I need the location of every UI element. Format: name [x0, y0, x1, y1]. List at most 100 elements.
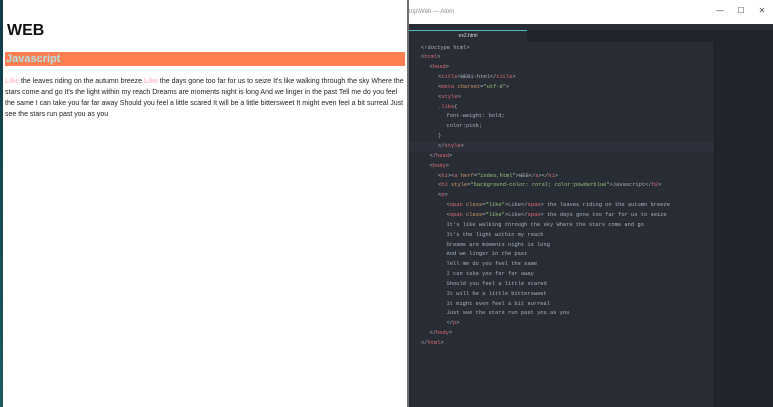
code-token: And we linger in the past: [446, 251, 528, 258]
code-token: Just see the stars run past you as you: [446, 310, 570, 317]
code-token: It's like walking through the sky Where …: [446, 221, 644, 228]
code-token: <!doctype html>: [421, 44, 470, 51]
code-line[interactable]: <h1><a herf="index,html">WEB</a></h1>: [409, 172, 743, 182]
code-token: the leaves riding on the autumn breeze: [543, 202, 670, 209]
code-line[interactable]: <span class="like">Like</span> the leave…: [409, 201, 752, 211]
code-token: It might even feel a bit surreal: [446, 300, 551, 307]
code-token: style: [441, 93, 458, 100]
like-span: Like: [5, 78, 20, 85]
code-line[interactable]: <body>: [409, 162, 735, 172]
code-token: Javascript: [612, 182, 646, 189]
code-line[interactable]: Just see the stars run past you as you: [409, 309, 752, 319]
code-token: .like: [438, 103, 455, 110]
code-token: WEB: [519, 172, 529, 179]
code-token: >: [437, 54, 441, 61]
code-line[interactable]: It might even feel a bit surreal: [409, 300, 752, 310]
page-heading[interactable]: WEB: [7, 22, 44, 40]
code-token: "like": [485, 202, 505, 209]
minimap[interactable]: [714, 42, 773, 407]
code-line[interactable]: It will be a little bittersweet: [409, 290, 752, 300]
code-token: span: [449, 211, 463, 218]
code-token: html: [424, 54, 438, 61]
code-line[interactable]: <title>WEB1-html</title>: [409, 73, 743, 83]
code-token: Should you feel a little scared: [446, 280, 547, 287]
code-line[interactable]: <p>: [409, 191, 743, 201]
code-line[interactable]: <!doctype html>: [409, 44, 726, 54]
code-token: "utf-8": [483, 83, 507, 90]
code-line[interactable]: </head>: [409, 152, 735, 162]
code-token: "background-color: coral; color:powderbl…: [470, 182, 610, 189]
code-token: pink: [465, 123, 479, 130]
code-line[interactable]: <style>: [409, 93, 743, 103]
paragraph-text: the leaves riding on the autumn breeze: [19, 78, 144, 85]
code-line[interactable]: <html>: [409, 53, 726, 63]
code-token: >: [506, 83, 510, 90]
code-line[interactable]: font-weight: bold;: [409, 112, 752, 122]
code-token: ;: [501, 113, 505, 120]
code-token: span: [527, 202, 541, 209]
code-token: body: [432, 162, 446, 169]
code-token: title: [441, 74, 458, 81]
code-token: style: [450, 182, 468, 189]
code-line[interactable]: <meta charset="utf-8">: [409, 83, 743, 93]
code-token: "index,html": [476, 172, 516, 179]
code-token: color: [446, 123, 463, 130]
code-line[interactable]: </body>: [409, 329, 735, 339]
code-line[interactable]: .like{: [409, 103, 743, 113]
code-line[interactable]: <h2 style="background-color: coral; colo…: [409, 181, 743, 191]
code-token: Like: [508, 202, 522, 209]
code-token: >: [658, 182, 662, 189]
code-line[interactable]: It's like walking through the sky Where …: [409, 221, 752, 231]
code-token: meta: [441, 83, 455, 90]
code-token: >: [448, 330, 453, 337]
code-line[interactable]: <head>: [409, 63, 735, 73]
code-token: html: [427, 340, 441, 346]
code-token: >: [445, 162, 449, 169]
code-token: class: [465, 202, 483, 209]
code-token: >: [448, 152, 453, 159]
page-subheading: Javascript: [5, 52, 405, 66]
code-line[interactable]: I can take you far far away: [409, 270, 752, 280]
tab-ex2-html[interactable]: ex2.html: [409, 30, 527, 42]
code-token: Like: [508, 211, 522, 218]
lyrics-paragraph: Like the leaves riding on the autumn bre…: [5, 76, 407, 120]
title-bar: top\Web — Atom — ☐ ✕: [409, 0, 773, 24]
code-line[interactable]: And we linger in the past: [409, 250, 752, 260]
code-token: font-weight: [446, 113, 483, 120]
code-token: span: [527, 211, 541, 218]
code-token: >: [554, 172, 558, 179]
code-line[interactable]: It's the light within my reach: [409, 231, 752, 241]
code-token: head: [435, 152, 449, 159]
window-title: top\Web — Atom: [409, 9, 455, 15]
code-line[interactable]: Should you feel a little scared: [409, 280, 752, 290]
code-token: the days gone too far for us to seize: [543, 211, 667, 218]
code-line[interactable]: Tell me do you feel the same: [409, 260, 752, 270]
code-token: body: [435, 330, 449, 337]
code-token: Dreams are moments night is long: [446, 241, 551, 248]
code-editor[interactable]: <!doctype html> <html> <head> <title>WEB1-h…: [409, 42, 743, 407]
code-token: >: [457, 93, 461, 100]
code-token: herf: [460, 172, 474, 179]
code-token: {: [454, 103, 458, 110]
code-token: >: [456, 320, 460, 327]
code-line[interactable]: <span class="like">Like</span> the days …: [409, 211, 752, 221]
code-token: >: [444, 192, 448, 199]
code-token: class: [465, 211, 483, 218]
code-line[interactable]: }: [409, 132, 743, 142]
atom-editor-window: top\Web — Atom — ☐ ✕ ex2.html <!doctype …: [409, 0, 773, 407]
maximize-icon[interactable]: ☐: [730, 0, 752, 24]
code-token: >: [512, 74, 516, 81]
minimize-icon[interactable]: —: [709, 0, 731, 24]
code-line[interactable]: Dreams are moments night is long: [409, 241, 752, 251]
code-line[interactable]: color:pink;: [409, 122, 752, 132]
code-token: charset: [457, 83, 481, 90]
code-line[interactable]: </html>: [409, 339, 726, 349]
browser-preview: WEB Javascript Like the leaves riding on…: [3, 0, 407, 407]
code-token: >: [445, 64, 449, 71]
code-line[interactable]: </style>: [409, 142, 743, 152]
code-token: It's the light within my reach: [446, 231, 544, 238]
code-token: span: [449, 202, 463, 209]
close-icon[interactable]: ✕: [751, 0, 773, 24]
code-line[interactable]: </p>: [409, 319, 752, 329]
code-token: >: [440, 340, 444, 346]
